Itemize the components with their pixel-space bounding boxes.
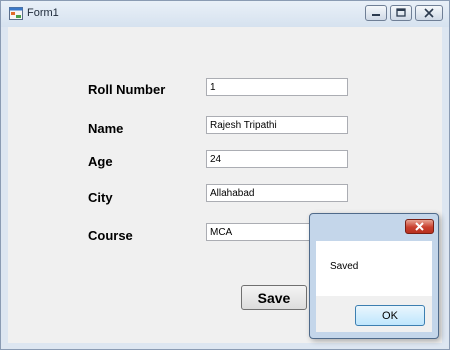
roll-number-label: Roll Number bbox=[88, 82, 166, 97]
roll-number-field[interactable] bbox=[206, 78, 348, 96]
main-window: Form1 Roll Number Name Age City Course bbox=[0, 0, 450, 350]
message-box-close-button[interactable] bbox=[405, 219, 434, 234]
title-bar[interactable]: Form1 bbox=[1, 1, 449, 27]
name-label: Name bbox=[88, 121, 124, 136]
maximize-icon bbox=[396, 8, 406, 17]
city-field[interactable] bbox=[206, 184, 348, 202]
save-button[interactable]: Save bbox=[241, 285, 307, 310]
message-box-body: Saved bbox=[316, 241, 432, 296]
age-label: Age bbox=[88, 154, 113, 169]
close-icon bbox=[424, 8, 434, 18]
minimize-button[interactable] bbox=[365, 5, 387, 21]
close-icon bbox=[415, 222, 424, 231]
ok-button[interactable]: OK bbox=[355, 305, 425, 326]
form-app-icon bbox=[9, 7, 23, 20]
maximize-button[interactable] bbox=[390, 5, 412, 21]
close-button[interactable] bbox=[415, 5, 443, 21]
age-field[interactable] bbox=[206, 150, 348, 168]
message-box-dialog: Saved OK bbox=[309, 213, 439, 339]
minimize-icon bbox=[372, 14, 380, 16]
city-label: City bbox=[88, 190, 113, 205]
message-box-footer: OK bbox=[316, 296, 432, 332]
window-title: Form1 bbox=[27, 7, 59, 19]
course-label: Course bbox=[88, 228, 133, 243]
message-text: Saved bbox=[330, 261, 359, 272]
name-field[interactable] bbox=[206, 116, 348, 134]
